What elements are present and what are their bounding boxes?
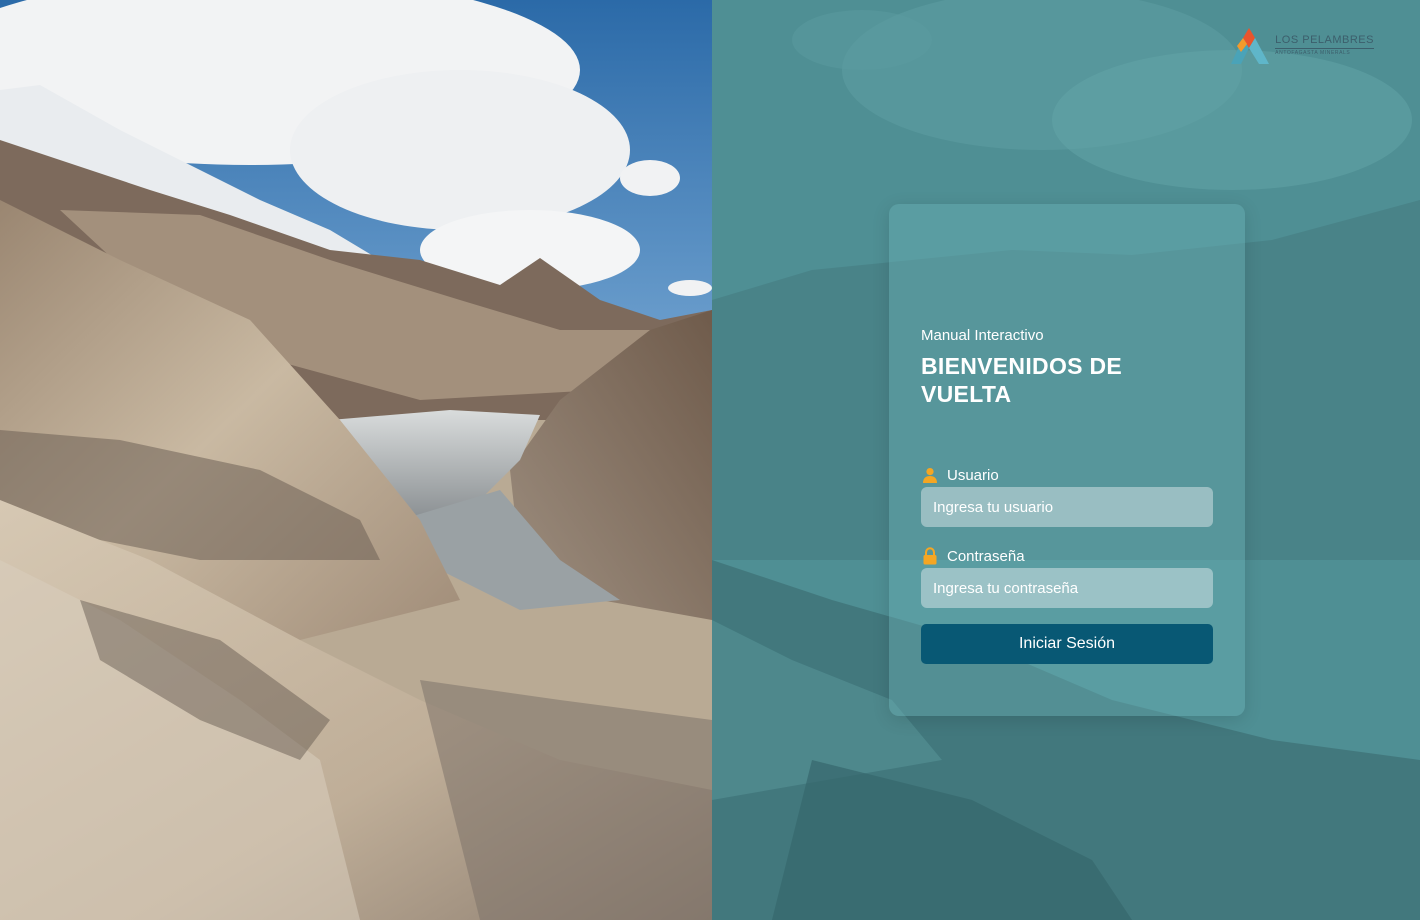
password-label-row: Contraseña bbox=[921, 545, 1213, 567]
landscape-photo bbox=[0, 0, 712, 920]
password-label: Contraseña bbox=[947, 547, 1025, 565]
password-field-group: Contraseña bbox=[921, 545, 1213, 608]
user-icon bbox=[921, 466, 939, 484]
los-pelambres-logo-icon bbox=[1231, 28, 1270, 64]
login-panel: LOS PELAMBRES ANTOFAGASTA MINERALS Manua… bbox=[712, 0, 1420, 920]
username-field-group: Usuario bbox=[921, 464, 1213, 527]
username-input[interactable] bbox=[921, 487, 1213, 527]
login-card: Manual Interactivo BIENVENIDOS DE VUELTA… bbox=[889, 204, 1245, 716]
brand-logo: LOS PELAMBRES ANTOFAGASTA MINERALS bbox=[1223, 24, 1374, 66]
login-subtitle: Manual Interactivo bbox=[921, 327, 1044, 344]
username-label-row: Usuario bbox=[921, 464, 1213, 486]
login-page: LOS PELAMBRES ANTOFAGASTA MINERALS Manua… bbox=[0, 0, 1420, 920]
login-title: BIENVENIDOS DE VUELTA bbox=[921, 353, 1123, 407]
username-label: Usuario bbox=[947, 466, 999, 484]
lock-icon bbox=[921, 547, 939, 565]
login-submit-button[interactable]: Iniciar Sesión bbox=[921, 624, 1213, 664]
mountain-landscape-image bbox=[0, 0, 712, 920]
brand-subtitle: ANTOFAGASTA MINERALS bbox=[1275, 49, 1351, 56]
password-input[interactable] bbox=[921, 568, 1213, 608]
brand-name: LOS PELAMBRES bbox=[1275, 34, 1374, 49]
login-form: Manual Interactivo BIENVENIDOS DE VUELTA… bbox=[921, 326, 1213, 664]
